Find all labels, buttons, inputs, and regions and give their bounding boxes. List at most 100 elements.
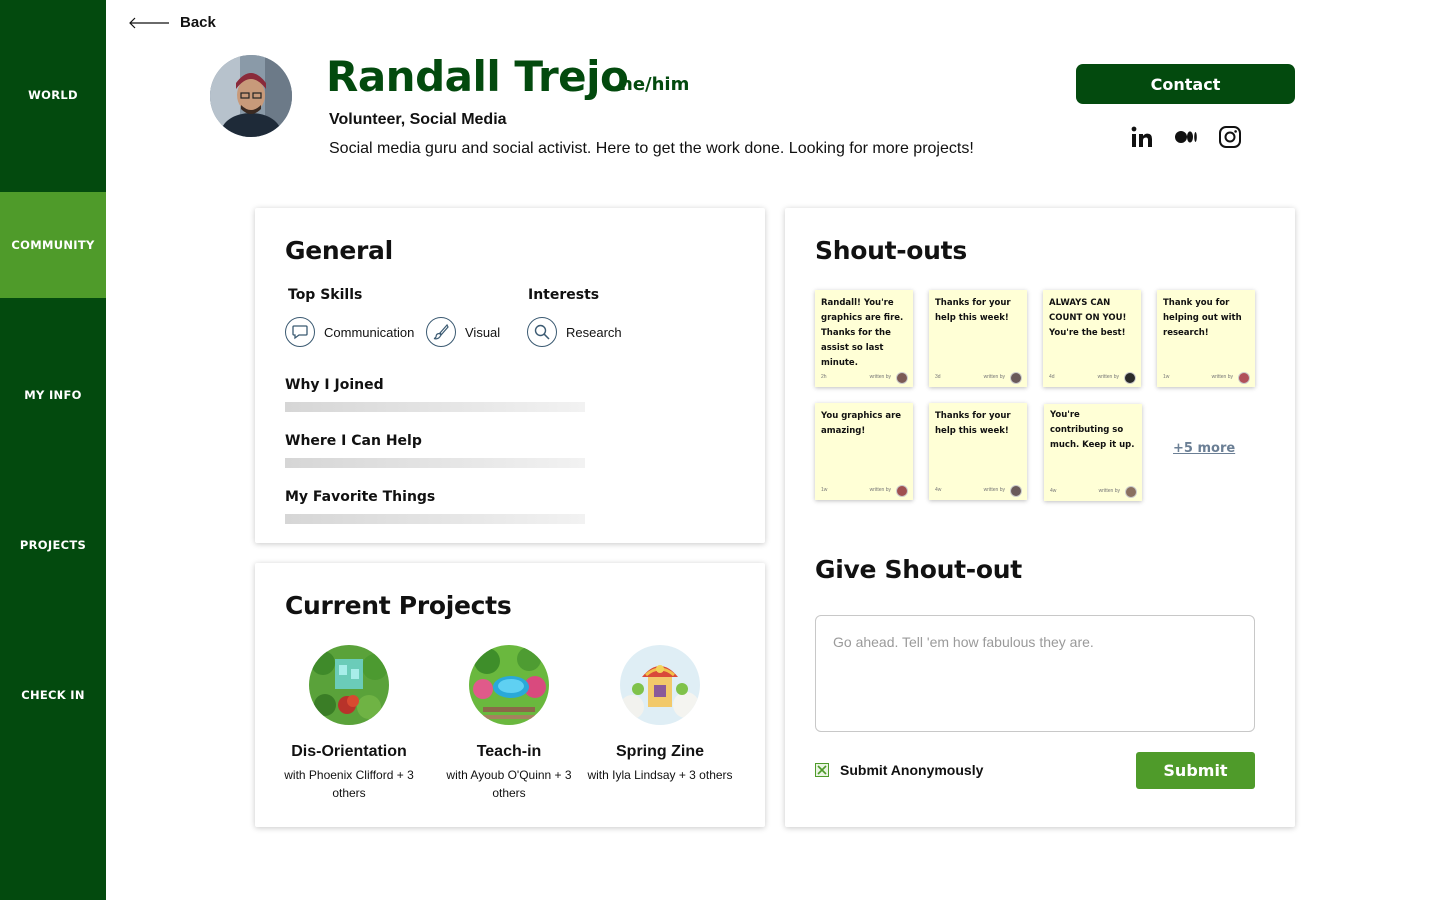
submit-anonymously-label: Submit Anonymously [840, 762, 984, 778]
note-time: 1w [1163, 374, 1170, 380]
note-written-by: written by [1098, 488, 1120, 494]
project-name: Teach-in [476, 743, 542, 760]
note-time: 1w [821, 487, 828, 493]
profile-pronouns: he/him [620, 74, 690, 95]
sidebar-nav: WORLD COMMUNITY MY INFO PROJECTS CHECK I… [0, 0, 106, 900]
note-text: You're contributing so much. Keep it up. [1050, 410, 1135, 450]
linkedin-icon[interactable] [1130, 125, 1154, 149]
arrow-left-icon [129, 17, 169, 28]
more-shoutouts-link[interactable]: +5 more [1173, 441, 1235, 456]
note-text: Randall! You're graphics are fire. Thank… [821, 298, 904, 368]
why-i-joined-label: Why I Joined [285, 377, 384, 393]
shoutout-note[interactable]: You graphics are amazing! 1w written by [815, 403, 913, 500]
checkbox-checked-icon[interactable] [815, 763, 829, 777]
shoutout-textarea[interactable] [815, 615, 1255, 732]
shoutout-note[interactable]: Thanks for your help this week! 4w writt… [929, 403, 1027, 500]
note-written-by: written by [983, 374, 1005, 380]
give-shoutout-title: Give Shout-out [815, 555, 1022, 584]
note-written-by: written by [1097, 374, 1119, 380]
author-avatar [1010, 372, 1022, 384]
project-thumbnail [309, 645, 389, 725]
general-title: General [285, 236, 393, 265]
shoutout-note[interactable]: ALWAYS CAN COUNT ON YOU! You're the best… [1043, 290, 1141, 387]
shoutout-note[interactable]: You're contributing so much. Keep it up.… [1044, 404, 1142, 501]
project-card[interactable]: Dis-Orientation with Phoenix Clifford + … [274, 645, 424, 802]
note-text: Thanks for your help this week! [935, 298, 1011, 323]
author-avatar [1125, 486, 1137, 498]
back-link[interactable]: Back [128, 14, 216, 31]
shoutouts-title: Shout-outs [815, 236, 967, 265]
nav-item-label: WORLD [28, 88, 78, 102]
note-time: 4d [1049, 374, 1055, 380]
why-i-joined-placeholder [285, 402, 585, 412]
project-thumbnail [620, 645, 700, 725]
profile-role: Volunteer, Social Media [329, 111, 507, 128]
note-time: 4w [1050, 488, 1057, 494]
skill-communication: Communication [285, 317, 414, 347]
nav-item-my-info[interactable]: MY INFO [0, 342, 106, 448]
project-card[interactable]: Teach-in with Ayoub O'Quinn + 3 others [434, 645, 584, 802]
current-projects-card: Current Projects Dis-Orientation with Ph… [255, 563, 765, 827]
submit-button-label: Submit [1163, 761, 1228, 780]
back-label: Back [180, 14, 216, 31]
profile-name: Randall Trejo [326, 52, 629, 101]
nav-item-label: COMMUNITY [11, 238, 95, 252]
project-name: Spring Zine [616, 743, 704, 760]
nav-item-projects[interactable]: PROJECTS [0, 492, 106, 598]
submit-anonymously-checkbox[interactable]: Submit Anonymously [815, 762, 983, 778]
project-name: Dis-Orientation [291, 743, 407, 760]
nav-item-label: PROJECTS [19, 538, 87, 552]
skill-label: Visual [465, 324, 501, 340]
magnifier-icon [527, 317, 557, 347]
project-thumbnail [469, 645, 549, 725]
project-members: with Ayoub O'Quinn + 3 others [446, 768, 572, 800]
note-written-by: written by [1211, 374, 1233, 380]
shoutout-note[interactable]: Randall! You're graphics are fire. Thank… [815, 290, 913, 387]
skill-visual: Visual [426, 317, 500, 347]
skill-label: Communication [324, 324, 415, 340]
project-card[interactable]: Spring Zine with Iyla Lindsay + 3 others [585, 645, 735, 784]
note-text: You graphics are amazing! [821, 411, 902, 436]
note-text: Thanks for your help this week! [935, 411, 1011, 436]
project-members: with Iyla Lindsay + 3 others [587, 768, 733, 782]
nav-item-label: CHECK IN [21, 688, 85, 702]
author-avatar [1238, 372, 1250, 384]
instagram-icon[interactable] [1218, 125, 1242, 149]
paintbrush-icon [426, 317, 456, 347]
author-avatar [1010, 485, 1022, 497]
note-text: Thank you for helping out with research! [1163, 298, 1242, 338]
interest-label: Research [566, 324, 622, 340]
nav-item-check-in[interactable]: CHECK IN [0, 642, 106, 748]
profile-bio: Social media guru and social activist. H… [329, 140, 974, 157]
medium-icon[interactable] [1174, 125, 1198, 149]
contact-button[interactable]: Contact [1076, 64, 1295, 104]
nav-item-community[interactable]: COMMUNITY [0, 192, 106, 298]
note-time: 4w [935, 487, 942, 493]
author-avatar [896, 485, 908, 497]
avatar [210, 55, 292, 137]
general-card: General Top Skills Interests Communicati… [255, 208, 765, 543]
top-skills-label: Top Skills [288, 287, 363, 303]
where-i-can-help-placeholder [285, 458, 585, 468]
interest-research: Research [527, 317, 622, 347]
submit-button[interactable]: Submit [1136, 752, 1255, 789]
interests-label: Interests [528, 287, 600, 303]
favorite-things-placeholder [285, 514, 585, 524]
author-avatar [1124, 372, 1136, 384]
author-avatar [896, 372, 908, 384]
current-projects-title: Current Projects [285, 591, 512, 620]
favorite-things-label: My Favorite Things [285, 489, 436, 505]
speech-bubble-icon [285, 317, 315, 347]
note-text: ALWAYS CAN COUNT ON YOU! You're the best… [1049, 298, 1127, 338]
note-time: 3d [935, 374, 941, 380]
nav-item-world[interactable]: WORLD [0, 42, 106, 148]
contact-button-label: Contact [1150, 74, 1221, 94]
shoutout-note[interactable]: Thanks for your help this week! 3d writt… [929, 290, 1027, 387]
note-time: 2h [821, 374, 827, 380]
note-written-by: written by [983, 487, 1005, 493]
note-written-by: written by [869, 487, 891, 493]
note-written-by: written by [869, 374, 891, 380]
nav-item-label: MY INFO [24, 388, 82, 402]
shoutout-note[interactable]: Thank you for helping out with research!… [1157, 290, 1255, 387]
where-i-can-help-label: Where I Can Help [285, 433, 422, 449]
